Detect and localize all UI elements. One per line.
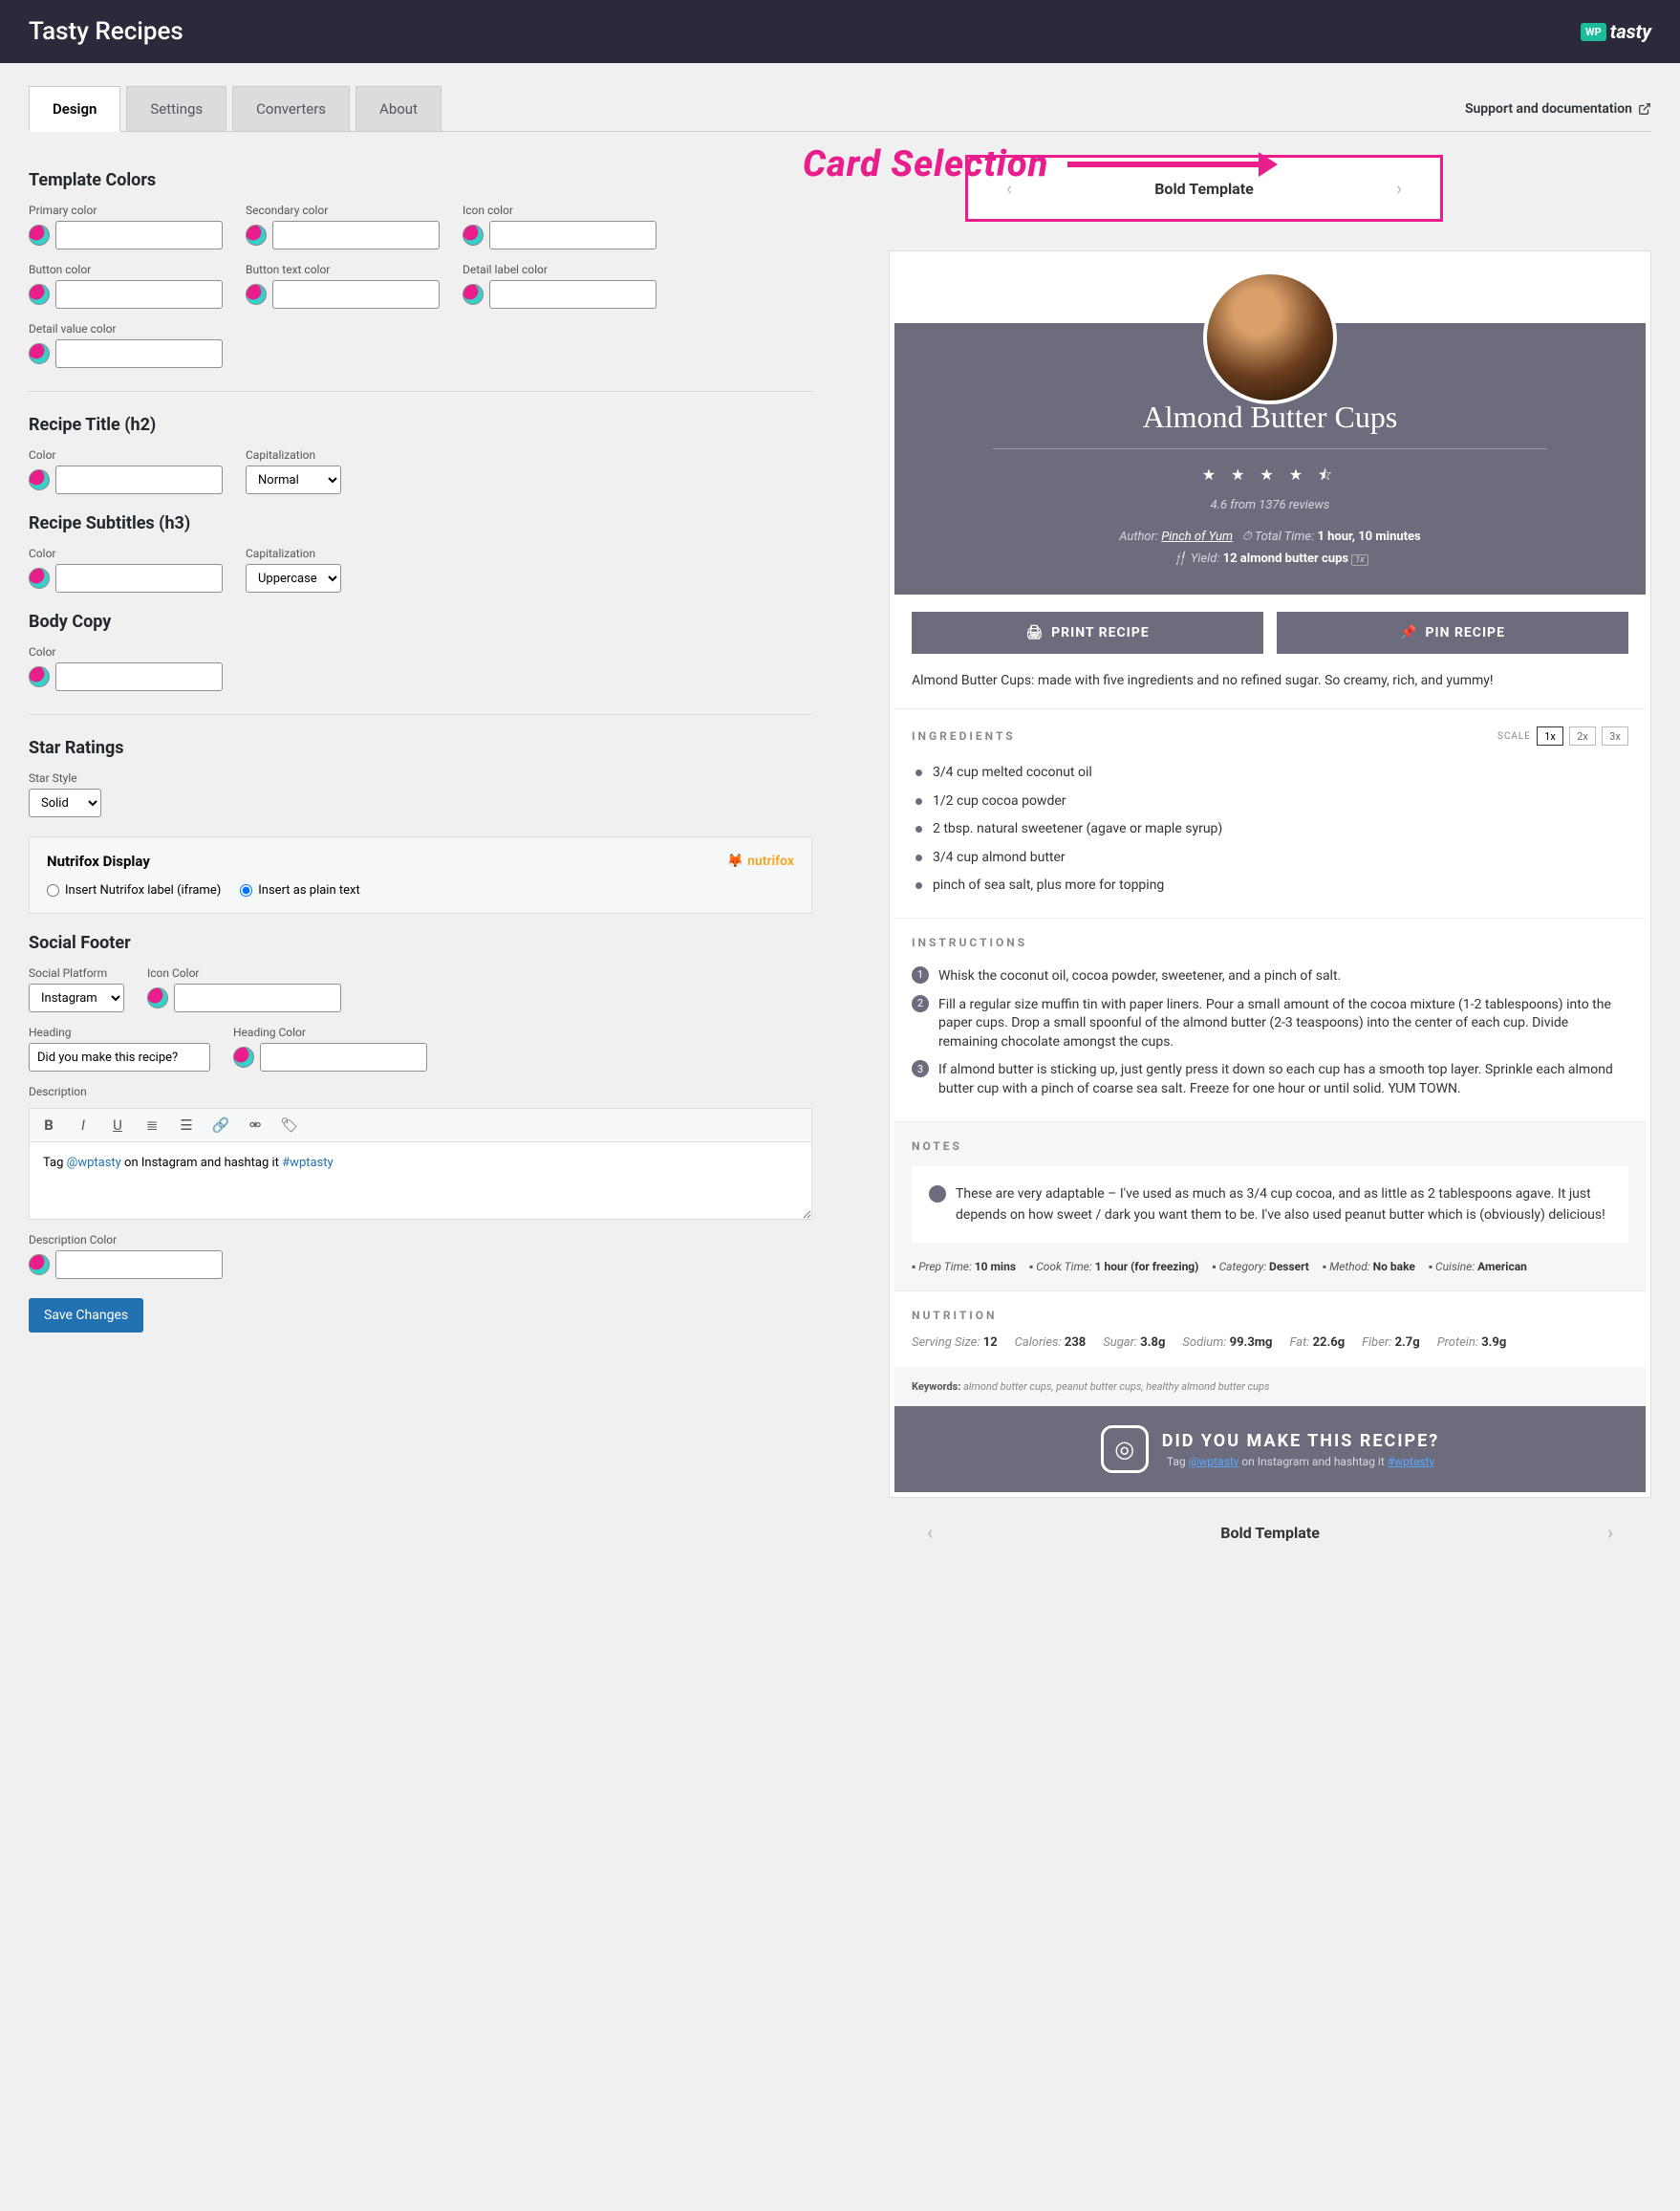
color-input[interactable] — [55, 564, 223, 593]
instruction-item: Fill a regular size muffin tin with pape… — [912, 991, 1628, 1057]
tab-settings[interactable]: Settings — [126, 86, 226, 131]
chevron-right-icon[interactable]: › — [1607, 1521, 1613, 1544]
color-input[interactable] — [489, 221, 657, 249]
color-swatch[interactable] — [233, 1047, 254, 1068]
color-input[interactable] — [272, 221, 440, 249]
star-style-select[interactable]: Solid — [29, 789, 101, 817]
description-textarea[interactable]: Tag @wptasty on Instagram and hashtag it… — [30, 1142, 811, 1219]
color-input[interactable] — [55, 221, 223, 249]
social-platform-select[interactable]: Instagram — [29, 984, 124, 1012]
description-editor[interactable]: B I U ≣ ☰ 🔗 ⚮ 🏷 Tag @wptasty on Instagra… — [29, 1108, 812, 1220]
ingredient-item: 2 tbsp. natural sweetener (agave or mapl… — [912, 815, 1628, 844]
italic-icon[interactable]: I — [74, 1116, 93, 1134]
tab-converters[interactable]: Converters — [232, 86, 350, 131]
external-link-icon — [1638, 102, 1651, 116]
color-swatch[interactable] — [29, 343, 50, 364]
ingredient-item: 1/2 cup cocoa powder — [912, 788, 1628, 816]
nutrifox-title: Nutrifox Display — [47, 853, 150, 870]
recipe-description: Almond Butter Cups: made with five ingre… — [894, 671, 1646, 708]
color-swatch[interactable] — [463, 284, 484, 305]
section-star-ratings: Star Ratings — [29, 738, 812, 758]
section-recipe-title: Recipe Title (h2) — [29, 415, 812, 435]
recipe-image — [1203, 271, 1337, 404]
bullet-list-icon[interactable]: ≣ — [142, 1116, 162, 1134]
color-input[interactable] — [55, 1250, 223, 1279]
color-input[interactable] — [55, 339, 223, 368]
color-input[interactable] — [55, 662, 223, 691]
recipe-title: Almond Butter Cups — [923, 400, 1617, 435]
color-swatch[interactable] — [246, 225, 267, 246]
section-body-copy: Body Copy — [29, 612, 812, 632]
link-icon[interactable]: 🔗 — [211, 1116, 230, 1134]
scale-2x-button[interactable]: 2x — [1569, 726, 1596, 746]
annotation: Card Selection — [803, 143, 1278, 185]
recipe-note: These are very adaptable – I've used as … — [929, 1183, 1611, 1226]
chevron-right-icon[interactable]: › — [1396, 177, 1402, 200]
color-swatch[interactable] — [29, 666, 50, 687]
social-hashtag-link[interactable]: #wptasty — [1388, 1455, 1434, 1468]
color-input[interactable] — [55, 466, 223, 494]
tag-icon[interactable]: 🏷 — [280, 1116, 299, 1134]
recipe-preview: Almond Butter Cups ★ ★ ★ ★ ⯪ 4.6 from 13… — [889, 250, 1651, 1498]
scale-3x-button[interactable]: 3x — [1602, 726, 1628, 746]
ingredient-item: pinch of sea salt, plus more for topping — [912, 872, 1628, 900]
section-template-colors: Template Colors — [29, 170, 812, 190]
arrow-icon — [1067, 150, 1278, 179]
color-swatch[interactable] — [147, 987, 168, 1008]
save-button[interactable]: Save Changes — [29, 1298, 143, 1333]
print-button[interactable]: 🖨 PRINT RECIPE — [912, 612, 1263, 654]
chevron-left-icon[interactable]: ‹ — [927, 1521, 933, 1544]
nutrifox-plain-radio[interactable]: Insert as plain text — [240, 883, 359, 898]
ingredient-item: 3/4 cup melted coconut oil — [912, 759, 1628, 788]
scale-1x-button[interactable]: 1x — [1537, 726, 1563, 746]
social-handle-link[interactable]: @wptasty — [1189, 1455, 1239, 1468]
instruction-item: Whisk the coconut oil, cocoa powder, swe… — [912, 963, 1628, 991]
heading-input[interactable] — [29, 1043, 210, 1072]
capitalization-select[interactable]: Normal — [246, 466, 341, 494]
unlink-icon[interactable]: ⚮ — [246, 1116, 265, 1134]
capitalization-select[interactable]: Uppercase — [246, 564, 341, 593]
color-input[interactable] — [55, 280, 223, 309]
color-swatch[interactable] — [29, 469, 50, 490]
section-social-footer: Social Footer — [29, 933, 812, 953]
color-input[interactable] — [489, 280, 657, 309]
color-input[interactable] — [272, 280, 440, 309]
page-title: Tasty Recipes — [29, 17, 183, 46]
color-swatch[interactable] — [29, 284, 50, 305]
tab-design[interactable]: Design — [29, 86, 120, 132]
numbered-list-icon[interactable]: ☰ — [177, 1116, 196, 1134]
bold-icon[interactable]: B — [39, 1116, 58, 1134]
support-link[interactable]: Support and documentation — [1465, 101, 1651, 117]
tabs: Design Settings Converters About — [29, 86, 447, 131]
color-swatch[interactable] — [29, 568, 50, 589]
rating-text: 4.6 from 1376 reviews — [923, 498, 1617, 512]
social-footer: ◎ DID YOU MAKE THIS RECIPE? Tag @wptasty… — [894, 1406, 1646, 1492]
pin-button[interactable]: 📌 PIN RECIPE — [1277, 612, 1628, 654]
tab-about[interactable]: About — [355, 86, 442, 131]
nutrifox-logo: 🦊 nutrifox — [727, 854, 794, 869]
color-swatch[interactable] — [29, 225, 50, 246]
color-swatch[interactable] — [246, 284, 267, 305]
color-swatch[interactable] — [29, 1254, 50, 1275]
underline-icon[interactable]: U — [108, 1116, 127, 1134]
color-input[interactable] — [260, 1043, 427, 1072]
nutrifox-iframe-radio[interactable]: Insert Nutrifox label (iframe) — [47, 883, 221, 898]
star-rating-icons: ★ ★ ★ ★ ⯪ — [923, 465, 1617, 490]
bottom-card-selector: ‹ Bold Template › — [889, 1498, 1651, 1567]
section-recipe-subtitles: Recipe Subtitles (h3) — [29, 513, 812, 533]
wptasty-logo: WP tasty — [1581, 20, 1651, 43]
color-swatch[interactable] — [463, 225, 484, 246]
color-input[interactable] — [174, 984, 341, 1012]
instruction-item: If almond butter is sticking up, just ge… — [912, 1056, 1628, 1103]
instagram-icon: ◎ — [1101, 1425, 1149, 1473]
ingredient-item: 3/4 cup almond butter — [912, 844, 1628, 873]
author-link[interactable]: Pinch of Yum — [1161, 530, 1233, 544]
